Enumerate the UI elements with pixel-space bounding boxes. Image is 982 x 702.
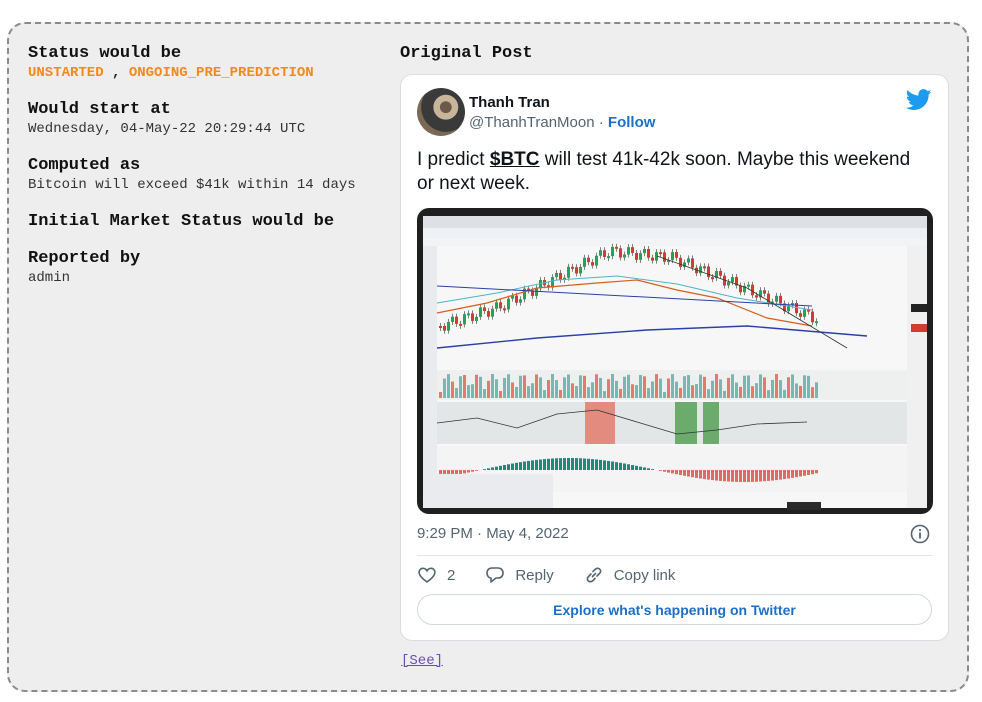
copy-link-button[interactable]: Copy link: [584, 565, 676, 585]
heart-icon: [418, 567, 436, 583]
link-icon: [586, 567, 602, 583]
reply-button[interactable]: Reply: [485, 565, 554, 585]
tweet-timestamp[interactable]: 9:29 PM · May 4, 2022: [417, 524, 569, 544]
status-field: Status would be UNSTARTED , ONGOING_PRE_…: [28, 44, 378, 83]
copy-link-label: Copy link: [613, 566, 676, 584]
status-ongoing: ONGOING_PRE_PREDICTION: [128, 65, 314, 81]
status-label: Status would be: [28, 44, 182, 63]
computed-label: Computed as: [28, 156, 141, 175]
computed-field: Computed as Bitcoin will exceed $41k wit…: [28, 156, 378, 195]
tweet-text: I predict $BTC will test 41k-42k soon. M…: [417, 148, 917, 196]
like-button[interactable]: 2: [417, 565, 455, 585]
like-count: 2: [447, 566, 456, 584]
tweet-divider: [417, 555, 932, 556]
author-handle-row: @ThanhTranMoon · Follow: [469, 113, 655, 132]
details-panel: Status would be UNSTARTED , ONGOING_PRE_…: [28, 44, 378, 305]
status-unstarted: UNSTARTED: [28, 65, 104, 81]
author-name[interactable]: Thanh Tran: [469, 93, 550, 112]
reply-label: Reply: [515, 566, 554, 584]
explore-twitter-button[interactable]: Explore what's happening on Twitter: [417, 594, 932, 625]
reported-field: Reported by admin: [28, 249, 378, 288]
cashtag-link[interactable]: $BTC: [490, 149, 540, 170]
status-values: UNSTARTED , ONGOING_PRE_PREDICTION: [28, 64, 378, 83]
reply-icon: [486, 567, 505, 583]
avatar[interactable]: [417, 88, 465, 136]
embedded-tweet[interactable]: Thanh Tran @ThanhTranMoon · Follow I pre…: [400, 74, 949, 641]
handle-separator: ·: [594, 114, 608, 131]
initial-status-field: Initial Market Status would be: [28, 212, 378, 232]
computed-value: Bitcoin will exceed $41k within 14 days: [28, 177, 356, 193]
reported-value: admin: [28, 270, 71, 286]
see-link[interactable]: [See]: [401, 653, 443, 669]
author-handle[interactable]: @ThanhTranMoon: [469, 114, 595, 131]
original-post-title: Original Post: [400, 44, 533, 63]
tweet-actions: 2 Reply Copy link: [417, 564, 705, 586]
info-icon[interactable]: [910, 524, 930, 544]
status-separator: ,: [103, 65, 129, 81]
chart-screenshot-image: [417, 208, 933, 514]
initial-status-label: Initial Market Status would be: [28, 212, 335, 231]
twitter-bird-icon[interactable]: [906, 89, 932, 111]
reported-label: Reported by: [28, 249, 141, 268]
start-label: Would start at: [28, 100, 171, 119]
follow-link[interactable]: Follow: [608, 114, 656, 131]
tweet-text-part1: I predict: [417, 149, 490, 170]
tweet-photo[interactable]: [417, 208, 933, 514]
start-field: Would start at Wednesday, 04-May-22 20:2…: [28, 100, 378, 139]
start-value: Wednesday, 04-May-22 20:29:44 UTC: [28, 121, 306, 137]
